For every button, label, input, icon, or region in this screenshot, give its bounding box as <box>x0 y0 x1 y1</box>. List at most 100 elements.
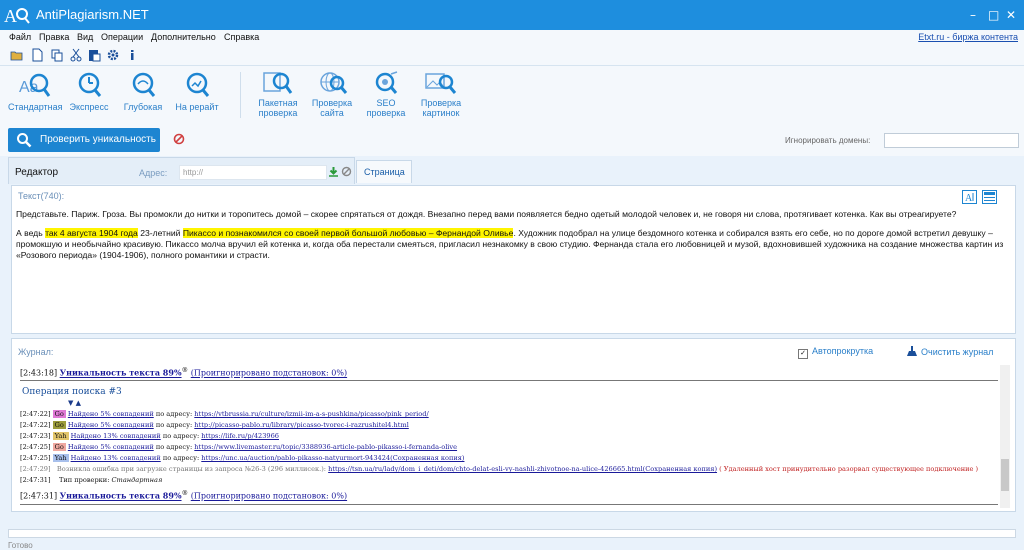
ignore-domains-input[interactable] <box>884 133 1019 148</box>
match-link[interactable]: Найдено 5% совпадений <box>68 421 154 429</box>
expand-collapse-arrows[interactable]: ▼ ▲ <box>68 399 81 407</box>
tab-page[interactable]: Страница <box>356 160 412 183</box>
url-link[interactable]: https://tsn.ua/ru/lady/dom_i_deti/dom/ch… <box>328 465 717 473</box>
gear-icon[interactable] <box>106 48 120 62</box>
batch-check-button[interactable]: Пакетная проверка <box>254 70 302 118</box>
log-header: Журнал: <box>18 347 54 357</box>
address-input[interactable]: http:// <box>179 165 327 180</box>
seo-check-label-2: проверка <box>366 108 406 118</box>
autoscroll-checkbox[interactable]: ✓ Автопрокрутка <box>798 346 873 359</box>
log-divider <box>20 380 998 381</box>
batch-check-icon <box>263 72 293 94</box>
text-segment: А ведь <box>16 228 46 238</box>
text-view-icon[interactable] <box>982 190 997 204</box>
clear-log-button[interactable]: Очистить журнал <box>906 346 993 357</box>
text-content[interactable]: Представьте. Париж. Гроза. Вы промокли д… <box>16 209 1006 269</box>
site-check-label-2: сайта <box>320 108 344 118</box>
url-link[interactable]: https://life.ru/p/423966 <box>201 432 279 440</box>
highlighted-match: так 4 августа 1904 года <box>45 228 138 238</box>
stop-icon[interactable] <box>173 133 185 145</box>
copy-icon[interactable] <box>50 48 64 62</box>
log-entries: [2:43:18] Уникальность текста 89%® (Прои… <box>20 364 1000 510</box>
log-row: [2:47:22] Go Найдено 5% совпадений по адре… <box>20 421 409 429</box>
scrollbar-thumb[interactable] <box>1001 459 1009 491</box>
deep-check-icon <box>132 72 156 97</box>
window-title: AntiPlagiarism.NET <box>36 7 149 22</box>
tab-editor[interactable]: Редактор Адрес: http:// <box>8 157 355 184</box>
log-row: [2:47:22] Go Найдено 5% совпадений по адре… <box>20 410 429 418</box>
image-check-button[interactable]: Проверка картинок <box>416 70 466 118</box>
minimize-button[interactable]: – <box>970 8 976 22</box>
log-panel: Журнал: ✓ Автопрокрутка Очистить журнал [… <box>11 338 1016 512</box>
search-engine-tag: Go <box>52 421 66 429</box>
search-engine-tag: Go <box>52 443 66 451</box>
batch-check-label-2: проверка <box>258 108 298 118</box>
uniqueness-result: [2:43:18] Уникальность текста 89%® (Прои… <box>20 366 347 378</box>
match-link[interactable]: Найдено 13% совпадений <box>71 454 161 462</box>
highlighted-match: Пикассо и познакомился со своей первой б… <box>182 228 514 238</box>
font-icon[interactable]: A <box>962 190 977 204</box>
log-text: по адресу: <box>153 410 195 418</box>
log-text: по адресу: <box>160 432 202 440</box>
url-link[interactable]: https://vtbrussia.ru/culture/izmii-im-a-… <box>194 410 428 418</box>
check-uniqueness-button[interactable]: Проверить уникальность <box>8 128 160 152</box>
text-paragraph-1: Представьте. Париж. Гроза. Вы промокли д… <box>16 209 957 219</box>
search-engine-tag: Yah <box>52 454 69 462</box>
log-text: Возникла ошибка при загрузке страницы из… <box>56 465 329 473</box>
menu-file[interactable]: Файл <box>9 32 31 42</box>
clear-address-icon[interactable] <box>341 166 352 177</box>
site-check-button[interactable]: Проверка сайта <box>308 70 356 118</box>
rewrite-check-icon <box>186 72 210 97</box>
log-scrollbar[interactable] <box>1000 365 1010 508</box>
svg-text:A: A <box>965 193 973 204</box>
seo-check-button[interactable]: SEO проверка <box>362 70 410 118</box>
uniqueness-link[interactable]: Уникальность текста 89% <box>60 491 182 501</box>
ignored-link[interactable]: (Проигнорировано подстановок: 0%) <box>191 369 347 378</box>
menu-help[interactable]: Справка <box>224 32 259 42</box>
menu-bar: Файл Правка Вид Операции Дополнительно С… <box>0 30 1024 45</box>
title-bar: A AntiPlagiarism.NET – □ ✕ <box>0 0 1024 30</box>
express-check-button[interactable]: Экспресс <box>66 70 112 112</box>
deep-check-label: Глубокая <box>123 102 163 112</box>
search-engine-tag: Go <box>52 410 66 418</box>
menu-view[interactable]: Вид <box>77 32 93 42</box>
text-panel[interactable]: Текст(740): A Представьте. Париж. Гроза.… <box>11 185 1016 334</box>
new-file-icon[interactable] <box>30 48 44 62</box>
svg-text:A: A <box>4 6 17 26</box>
text-segment: 23-летний <box>137 228 183 238</box>
download-icon[interactable] <box>328 166 339 177</box>
url-link[interactable]: http://picasso-pablo.ru/library/picasso-… <box>194 421 409 429</box>
uniqueness-mark: ® <box>181 366 189 374</box>
text-paragraph-2: А ведь так 4 августа 1904 года 23-летний… <box>16 228 1006 261</box>
status-text: Готово <box>8 541 33 550</box>
ignored-link[interactable]: (Проигнорировано подстановок: 0%) <box>191 492 347 501</box>
info-icon[interactable] <box>125 48 139 62</box>
menu-additional[interactable]: Дополнительно <box>151 32 216 42</box>
uniqueness-result: [2:47:31] Уникальность текста 89%® (Прои… <box>20 489 347 501</box>
maximize-button[interactable]: □ <box>988 8 999 22</box>
text-count-header: Текст(740): <box>18 191 65 201</box>
deep-check-button[interactable]: Глубокая <box>120 70 166 112</box>
log-type-row: [2:47:31] Тип проверки: Стандартная <box>20 476 162 484</box>
uniqueness-mark: ® <box>181 489 189 497</box>
match-link[interactable]: Найдено 13% совпадений <box>71 432 161 440</box>
standard-check-button[interactable]: Aa Стандартная <box>8 70 63 112</box>
url-link[interactable]: https://www.livemaster.ru/topic/3388936-… <box>194 443 457 451</box>
match-link[interactable]: Найдено 5% совпадений <box>68 410 154 418</box>
paste-icon[interactable] <box>87 48 101 62</box>
ignore-domains-label: Игнорировать домены: <box>785 136 871 145</box>
close-button[interactable]: ✕ <box>1006 8 1016 22</box>
url-link[interactable]: https://unc.ua/auction/pablo-pikasso-nat… <box>201 454 464 462</box>
menu-operations[interactable]: Операции <box>101 32 143 42</box>
action-bar: Проверить уникальность Игнорировать доме… <box>0 124 1024 156</box>
rewrite-check-button[interactable]: На рерайт <box>172 70 222 112</box>
open-folder-icon[interactable] <box>10 48 24 62</box>
standard-check-icon: Aa <box>19 73 51 97</box>
menu-edit[interactable]: Правка <box>39 32 69 42</box>
uniqueness-link[interactable]: Уникальность текста 89% <box>60 368 182 378</box>
log-row: [2:47:23] Yah Найдено 13% совпадений по ад… <box>20 432 279 440</box>
etxt-link[interactable]: Etxt.ru - биржа контента <box>918 32 1018 42</box>
match-link[interactable]: Найдено 5% совпадений <box>68 443 154 451</box>
editor-tabs: Редактор Адрес: http:// Страница <box>0 157 1024 184</box>
cut-icon[interactable] <box>69 48 83 62</box>
